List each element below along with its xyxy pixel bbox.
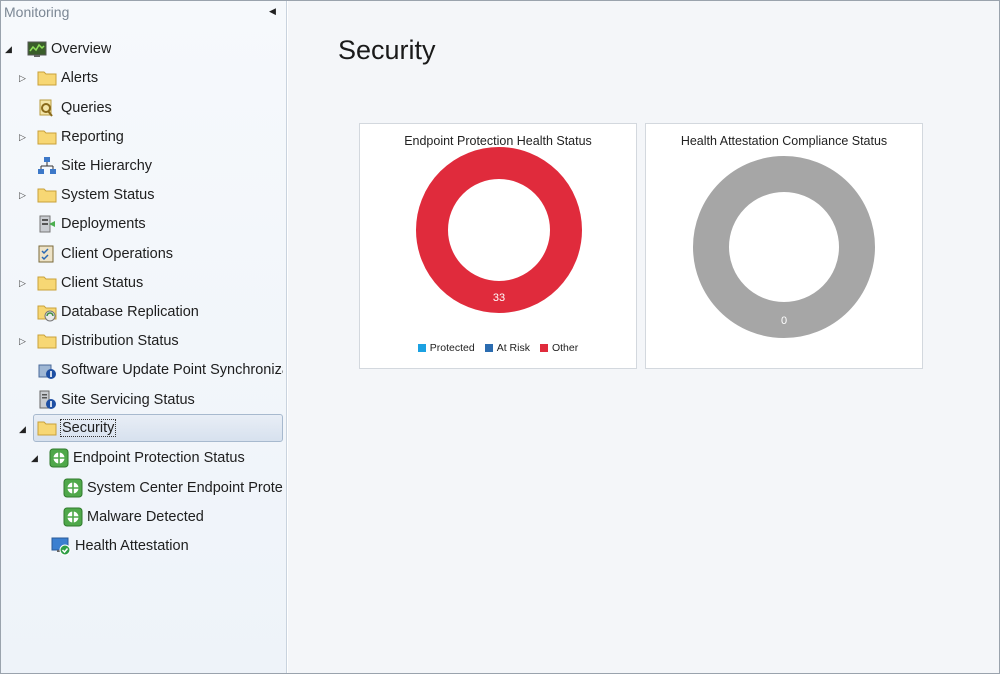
- tree-item-label: System Status: [61, 187, 155, 203]
- folder-icon: [37, 331, 57, 351]
- sup-sync-icon: [37, 360, 57, 380]
- tree-item-label: Alerts: [61, 70, 99, 86]
- legend-label: Protected: [429, 342, 475, 354]
- queries-icon: [37, 98, 57, 118]
- tree-item-label: System Center Endpoint Protection Status: [87, 480, 283, 496]
- collapsed-arrow-icon[interactable]: ▷: [19, 131, 29, 143]
- site-servicing-icon: [37, 390, 57, 410]
- tree-item-reporting[interactable]: ▷ Reporting: [19, 124, 124, 150]
- expanded-arrow-icon[interactable]: ◢: [31, 452, 41, 464]
- tree-item-database-replication[interactable]: Database Replication: [37, 299, 199, 325]
- tree-item-label: Health Attestation: [75, 538, 189, 554]
- navigation-pane-title: Monitoring: [4, 4, 70, 20]
- tree-item-label: Distribution Status: [61, 333, 179, 349]
- folder-icon: [37, 418, 57, 438]
- tree-item-software-update-point-sync[interactable]: Software Update Point Synchronization St…: [37, 357, 283, 383]
- tree-item-scep-status[interactable]: System Center Endpoint Protection Status: [63, 475, 283, 501]
- main-content: Security Endpoint Protection Health Stat…: [288, 1, 999, 673]
- tree-item-malware-detected[interactable]: Malware Detected: [63, 504, 204, 530]
- legend-item-at-risk[interactable]: At Risk: [484, 342, 530, 354]
- tree-item-label: Endpoint Protection Status: [73, 450, 245, 466]
- deployments-icon: [37, 214, 57, 234]
- folder-icon: [37, 185, 57, 205]
- legend-swatch: [484, 344, 493, 352]
- tree-item-queries[interactable]: Queries: [37, 95, 112, 121]
- legend-label: Other: [551, 342, 579, 354]
- endpoint-protection-donut-chart: 33: [416, 147, 582, 313]
- health-attestation-compliance-card: Health Attestation Compliance Status 0: [645, 123, 923, 369]
- tree-item-label: Security: [59, 419, 117, 437]
- tree-item-client-status[interactable]: ▷ Client Status: [19, 270, 143, 296]
- folder-icon: [37, 127, 57, 147]
- expanded-arrow-icon[interactable]: ◢: [19, 423, 29, 435]
- tree-item-distribution-status[interactable]: ▷ Distribution Status: [19, 328, 179, 354]
- tree-item-label: Queries: [61, 100, 112, 116]
- folder-icon: [37, 68, 57, 88]
- tree-item-label: Site Servicing Status: [61, 392, 195, 408]
- collapsed-arrow-icon[interactable]: ▷: [19, 335, 29, 347]
- tree-item-health-attestation[interactable]: Health Attestation: [51, 533, 189, 559]
- tree-item-security[interactable]: Security: [33, 414, 283, 442]
- endpoint-protection-icon: [49, 448, 69, 468]
- database-replication-icon: [37, 302, 57, 322]
- expanded-arrow-icon[interactable]: ◢: [5, 43, 15, 55]
- legend-swatch: [539, 344, 548, 352]
- tree-item-site-servicing-status[interactable]: Site Servicing Status: [37, 387, 195, 413]
- tree-item-client-operations[interactable]: Client Operations: [37, 241, 173, 267]
- donut-data-label: 0: [781, 315, 787, 327]
- donut-data-label: 33: [493, 292, 505, 304]
- tree-item-label: Malware Detected: [87, 509, 204, 525]
- collapse-pane-icon[interactable]: ◀: [269, 5, 279, 17]
- tree-item-alerts[interactable]: ▷ Alerts: [19, 65, 98, 91]
- tree-item-label: Client Status: [61, 275, 144, 291]
- legend-item-protected[interactable]: Protected: [417, 342, 475, 354]
- tree-item-site-hierarchy[interactable]: Site Hierarchy: [37, 153, 152, 179]
- endpoint-protection-health-card: Endpoint Protection Health Status 33 Pro…: [359, 123, 637, 369]
- tree-item-label: Site Hierarchy: [61, 158, 153, 174]
- health-attestation-donut-chart: 0: [693, 156, 875, 338]
- tree-item-system-status[interactable]: ▷ System Status: [19, 182, 154, 208]
- legend-label: At Risk: [496, 342, 530, 354]
- donut-slice-other[interactable]: [416, 147, 582, 313]
- collapsed-arrow-icon[interactable]: ▷: [19, 72, 29, 84]
- tree-item-label: Reporting: [61, 129, 124, 145]
- page-title: Security: [338, 35, 436, 65]
- folder-icon: [37, 273, 57, 293]
- tree-item-label: Deployments: [61, 216, 146, 232]
- tree-item-label: Client Operations: [61, 246, 174, 262]
- donut-slice-empty[interactable]: [693, 156, 875, 338]
- chart-legend: Protected At Risk Other: [360, 342, 636, 354]
- health-attestation-icon: [51, 536, 71, 556]
- tree-item-endpoint-protection-status[interactable]: ◢ Endpoint Protection Status: [31, 445, 245, 471]
- tree-item-deployments[interactable]: Deployments: [37, 211, 146, 237]
- tree-item-label: Software Update Point Synchronization St…: [61, 362, 283, 378]
- endpoint-protection-icon: [63, 478, 83, 498]
- endpoint-protection-icon: [63, 507, 83, 527]
- site-hierarchy-icon: [37, 156, 57, 176]
- navigation-pane-header: Monitoring ◀: [1, 1, 287, 25]
- navigation-pane: Monitoring ◀ ◢ Overview ▷ Alerts Queries…: [1, 1, 287, 673]
- tree-item-label: Overview: [51, 41, 112, 57]
- collapsed-arrow-icon[interactable]: ▷: [19, 277, 29, 289]
- tree-item-label: Database Replication: [61, 304, 199, 320]
- client-operations-icon: [37, 244, 57, 264]
- tree-item-overview[interactable]: ◢ Overview: [5, 36, 111, 62]
- legend-swatch: [417, 344, 426, 352]
- collapsed-arrow-icon[interactable]: ▷: [19, 189, 29, 201]
- legend-item-other[interactable]: Other: [539, 342, 579, 354]
- overview-icon: [27, 39, 47, 59]
